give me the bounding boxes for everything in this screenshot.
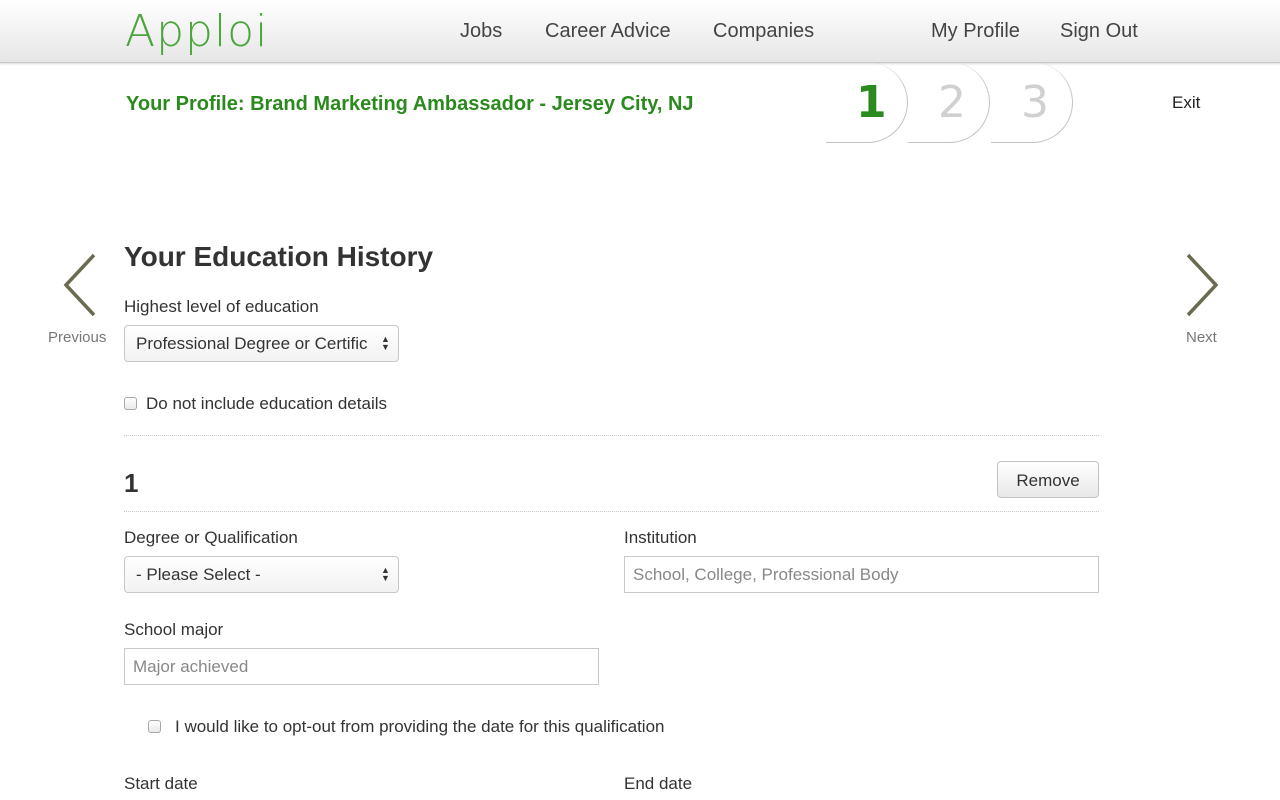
start-date-label: Start date bbox=[124, 774, 198, 793]
chevron-left-icon[interactable] bbox=[62, 253, 98, 317]
institution-input[interactable] bbox=[624, 556, 1099, 593]
education-entry-number: 1 bbox=[124, 468, 139, 498]
remove-button[interactable]: Remove bbox=[997, 461, 1099, 498]
step-number: 1 bbox=[856, 77, 887, 128]
profile-title: Your Profile: Brand Marketing Ambassador… bbox=[126, 93, 694, 115]
no-education-checkbox[interactable] bbox=[124, 397, 137, 410]
select-value: - Please Select - bbox=[136, 565, 261, 584]
divider bbox=[124, 511, 1099, 512]
degree-label: Degree or Qualification bbox=[124, 528, 298, 547]
step-indicator-1[interactable]: 1 bbox=[826, 62, 908, 143]
school-major-label: School major bbox=[124, 620, 224, 639]
opt-out-date-label[interactable]: I would like to opt-out from providing t… bbox=[175, 716, 665, 738]
section-heading: Your Education History bbox=[124, 241, 434, 272]
select-arrows-icon: ▲ ▼ bbox=[381, 334, 390, 352]
nav-link-sign-out[interactable]: Sign Out bbox=[1060, 18, 1138, 44]
apploi-logo[interactable]: Apploi bbox=[125, 4, 268, 60]
step-indicator-3[interactable]: 3 bbox=[991, 62, 1073, 143]
degree-select[interactable]: - Please Select - ▲ ▼ bbox=[124, 556, 399, 593]
chevron-right-icon[interactable] bbox=[1184, 253, 1220, 317]
institution-label: Institution bbox=[624, 528, 697, 547]
exit-link[interactable]: Exit bbox=[1172, 92, 1200, 114]
top-navigation-bar: Apploi Jobs Career Advice Companies My P… bbox=[0, 0, 1280, 63]
next-label[interactable]: Next bbox=[1186, 329, 1217, 347]
divider bbox=[124, 435, 1099, 436]
end-date-label: End date bbox=[624, 774, 693, 793]
step-number: 2 bbox=[938, 77, 966, 128]
step-indicator-2[interactable]: 2 bbox=[908, 62, 990, 143]
school-major-input[interactable] bbox=[124, 648, 599, 685]
select-value: Professional Degree or Certific bbox=[136, 334, 368, 353]
previous-label[interactable]: Previous bbox=[48, 329, 106, 347]
no-education-label[interactable]: Do not include education details bbox=[146, 393, 387, 415]
highest-education-select[interactable]: Professional Degree or Certific ▲ ▼ bbox=[124, 325, 399, 362]
nav-link-jobs[interactable]: Jobs bbox=[460, 18, 502, 44]
opt-out-date-checkbox[interactable] bbox=[148, 720, 161, 733]
nav-link-my-profile[interactable]: My Profile bbox=[931, 18, 1020, 44]
step-number: 3 bbox=[1021, 77, 1049, 128]
nav-link-career-advice[interactable]: Career Advice bbox=[545, 18, 671, 44]
select-arrows-icon: ▲ ▼ bbox=[381, 565, 390, 583]
highest-education-label: Highest level of education bbox=[124, 297, 319, 316]
nav-link-companies[interactable]: Companies bbox=[713, 18, 814, 44]
